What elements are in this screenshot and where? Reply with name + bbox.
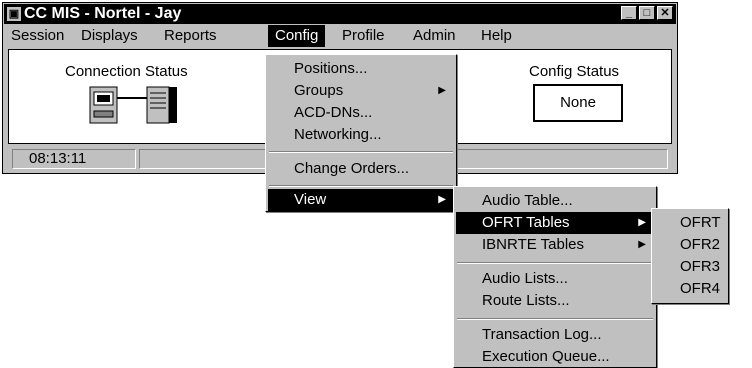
menu-item-groups[interactable]: Groups ▶ <box>268 80 454 102</box>
status-time: 08:13:11 <box>12 149 136 169</box>
menu-separator <box>457 318 653 320</box>
menu-item-label: Route Lists... <box>482 292 570 309</box>
menu-item-route-lists[interactable]: Route Lists... <box>456 290 654 312</box>
maximize-icon[interactable]: □ <box>639 6 655 20</box>
submenu-arrow-icon: ▶ <box>638 217 646 228</box>
submenu-arrow-icon: ▶ <box>438 85 446 96</box>
close-icon[interactable]: ✕ <box>657 6 673 20</box>
menu-item-label: OFR4 <box>680 280 721 297</box>
menu-item-label: View <box>294 191 327 208</box>
title-bar[interactable]: ▣ CC MIS - Nortel - Jay _ □ ✕ <box>4 4 676 24</box>
menu-item-ofrt-tables[interactable]: OFRT Tables ▶ <box>456 212 654 234</box>
menu-item-label: OFR2 <box>680 236 721 253</box>
menu-item-execution-queue[interactable]: Execution Queue... <box>456 346 654 368</box>
menu-item-label: Audio Table... <box>482 192 573 209</box>
menu-item-positions[interactable]: Positions... <box>268 58 454 80</box>
menu-item-label: Audio Lists... <box>482 270 568 287</box>
menu-item-networking[interactable]: Networking... <box>268 124 454 146</box>
menu-config[interactable]: Config <box>268 25 326 47</box>
menu-item-ofr2[interactable]: OFR2 <box>654 234 726 256</box>
menu-displays[interactable]: Displays <box>74 25 145 47</box>
config-status-label: Config Status <box>529 63 620 80</box>
menu-item-label: ACD-DNs... <box>294 104 373 121</box>
menu-item-label: Execution Queue... <box>482 348 610 365</box>
menu-item-label: Networking... <box>294 126 382 143</box>
menu-profile[interactable]: Profile <box>335 25 392 47</box>
config-dropdown: Positions... Groups ▶ ACD-DNs... Networki… <box>265 54 457 212</box>
menu-item-label: OFR3 <box>680 258 721 275</box>
menu-item-label: OFRT <box>680 214 721 231</box>
menu-admin[interactable]: Admin <box>406 25 463 47</box>
minimize-icon[interactable]: _ <box>621 6 637 20</box>
menu-item-label: Transaction Log... <box>482 326 602 343</box>
menu-help[interactable]: Help <box>474 25 519 47</box>
menu-item-ofrt[interactable]: OFRT <box>654 212 726 234</box>
menu-item-label: Positions... <box>294 60 368 77</box>
menu-reports[interactable]: Reports <box>157 25 224 47</box>
menu-item-change-orders[interactable]: Change Orders... <box>268 158 454 180</box>
connection-status-label: Connection Status <box>65 63 188 80</box>
network-connection-icon[interactable] <box>89 86 179 124</box>
menu-item-ibnrte-tables[interactable]: IBNRTE Tables ▶ <box>456 234 654 256</box>
menu-item-audio-table[interactable]: Audio Table... <box>456 190 654 212</box>
window-title: CC MIS - Nortel - Jay <box>24 5 182 22</box>
menu-item-view[interactable]: View ▶ <box>268 189 454 211</box>
menu-session[interactable]: Session <box>4 25 71 47</box>
menu-separator <box>457 262 653 264</box>
menu-separator <box>269 151 453 153</box>
submenu-arrow-icon: ▶ <box>638 239 646 250</box>
menu-item-transaction-log[interactable]: Transaction Log... <box>456 324 654 346</box>
menu-item-label: OFRT Tables <box>482 214 570 231</box>
menu-bar: Session Displays Reports Config Profile … <box>4 25 676 47</box>
menu-item-label: Change Orders... <box>294 160 410 177</box>
view-submenu: Audio Table... OFRT Tables ▶ IBNRTE Table… <box>453 186 657 368</box>
menu-item-ofr4[interactable]: OFR4 <box>654 278 726 300</box>
menu-item-audio-lists[interactable]: Audio Lists... <box>456 268 654 290</box>
menu-item-label: Groups <box>294 82 344 99</box>
menu-separator <box>269 185 453 187</box>
submenu-arrow-icon: ▶ <box>438 194 446 205</box>
config-status-value: None <box>533 84 623 122</box>
app-icon[interactable]: ▣ <box>7 7 21 21</box>
menu-item-ofr3[interactable]: OFR3 <box>654 256 726 278</box>
menu-item-label: IBNRTE Tables <box>482 236 584 253</box>
ofrt-submenu: OFRT OFR2 OFR3 OFR4 <box>651 208 729 304</box>
window-controls: _ □ ✕ <box>621 6 673 20</box>
menu-item-acd-dns[interactable]: ACD-DNs... <box>268 102 454 124</box>
